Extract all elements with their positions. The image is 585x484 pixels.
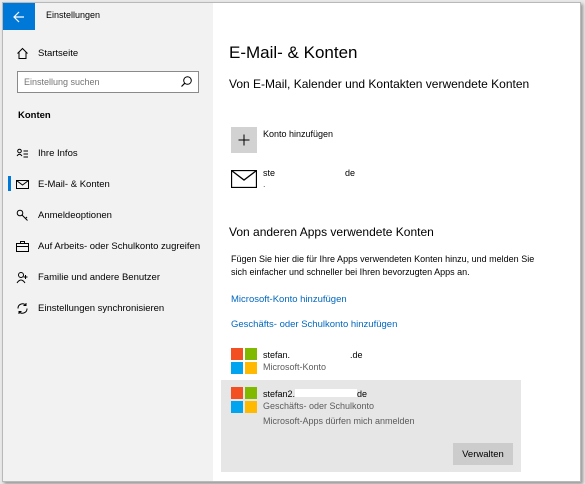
- sidebar-item-anmeldeoptionen[interactable]: Anmeldeoptionen: [3, 203, 213, 227]
- account-2-card[interactable]: stefan2. de Geschäfts- oder Schulkonto Mi…: [221, 380, 521, 472]
- window-title: Einstellungen: [46, 10, 101, 20]
- email-account-address[interactable]: ste de: [263, 168, 355, 178]
- sidebar-item-label: Anmeldeoptionen: [38, 209, 112, 221]
- sidebar-item-label: Ihre Infos: [38, 147, 78, 159]
- account-1-type: Microsoft-Konto: [263, 362, 327, 372]
- add-microsoft-account-link[interactable]: Microsoft-Konto hinzufügen: [231, 294, 347, 305]
- account-2-prefix: stefan2.: [263, 389, 296, 399]
- add-work-account-link[interactable]: Geschäfts- oder Schulkonto hinzufügen: [231, 319, 397, 330]
- main-content: E-Mail- & Konten Von E-Mail, Kalender un…: [213, 3, 580, 481]
- settings-window: Einstellungen Startseite Konten Ihre Inf…: [2, 2, 581, 482]
- sidebar-item-label: Einstellungen synchronisieren: [38, 302, 165, 314]
- email-account-line2: .: [263, 179, 266, 189]
- search-icon[interactable]: [180, 75, 193, 88]
- sidebar-item-familie[interactable]: Familie und andere Benutzer: [3, 265, 213, 289]
- sidebar-item-label: E-Mail- & Konten: [38, 178, 110, 190]
- add-account-button[interactable]: [231, 127, 257, 153]
- mail-icon: [15, 177, 29, 191]
- back-button[interactable]: [3, 3, 35, 30]
- sidebar-item-email-konten[interactable]: E-Mail- & Konten: [3, 172, 213, 196]
- mail-icon: [231, 170, 257, 188]
- add-account-label[interactable]: Konto hinzufügen: [263, 129, 333, 139]
- account-2-address: stefan2. de: [263, 389, 367, 399]
- email-account-prefix: ste: [263, 168, 276, 178]
- sync-icon: [15, 301, 29, 315]
- sidebar-item-label: Auf Arbeits- oder Schulkonto zugreifen: [38, 240, 201, 252]
- account-1-address[interactable]: stefan. .de: [263, 350, 363, 360]
- search-input[interactable]: [24, 75, 174, 89]
- person-add-icon: [15, 270, 29, 284]
- account-2-suffix: de: [357, 389, 368, 399]
- sidebar-item-label: Startseite: [38, 47, 79, 59]
- account-1-prefix: stefan.: [263, 350, 291, 360]
- account-1-suffix: .de: [350, 350, 363, 360]
- microsoft-logo-icon: [231, 387, 257, 413]
- account-2-note: Microsoft-Apps dürfen mich anmelden: [263, 416, 415, 426]
- sidebar-item-home[interactable]: Startseite: [3, 41, 213, 65]
- briefcase-icon: [15, 239, 29, 253]
- back-arrow-icon: [13, 11, 24, 22]
- account-2-type: Geschäfts- oder Schulkonto: [263, 401, 375, 411]
- section-heading-email: Von E-Mail, Kalender und Kontakten verwe…: [229, 77, 530, 91]
- search-box[interactable]: [17, 71, 199, 93]
- section-description: Fügen Sie hier die für Ihre Apps verwend…: [231, 254, 535, 277]
- sidebar-item-ihre-infos[interactable]: Ihre Infos: [3, 141, 213, 165]
- microsoft-logo-icon: [231, 348, 257, 374]
- sidebar-item-synchronisieren[interactable]: Einstellungen synchronisieren: [3, 296, 213, 320]
- sidebar-item-label: Familie und andere Benutzer: [38, 271, 160, 283]
- section-label-konten: Konten: [18, 110, 51, 121]
- key-icon: [15, 208, 29, 222]
- sidebar-item-arbeitskonto[interactable]: Auf Arbeits- oder Schulkonto zugreifen: [3, 234, 213, 258]
- sidebar: Einstellungen Startseite Konten Ihre Inf…: [3, 3, 213, 481]
- plus-icon: [238, 134, 250, 146]
- person-card-icon: [15, 146, 29, 160]
- page-title: E-Mail- & Konten: [229, 43, 358, 62]
- manage-button[interactable]: Verwalten: [453, 443, 513, 465]
- home-icon: [15, 46, 29, 60]
- section-heading-apps: Von anderen Apps verwendete Konten: [229, 225, 434, 239]
- email-account-suffix: de: [345, 168, 356, 178]
